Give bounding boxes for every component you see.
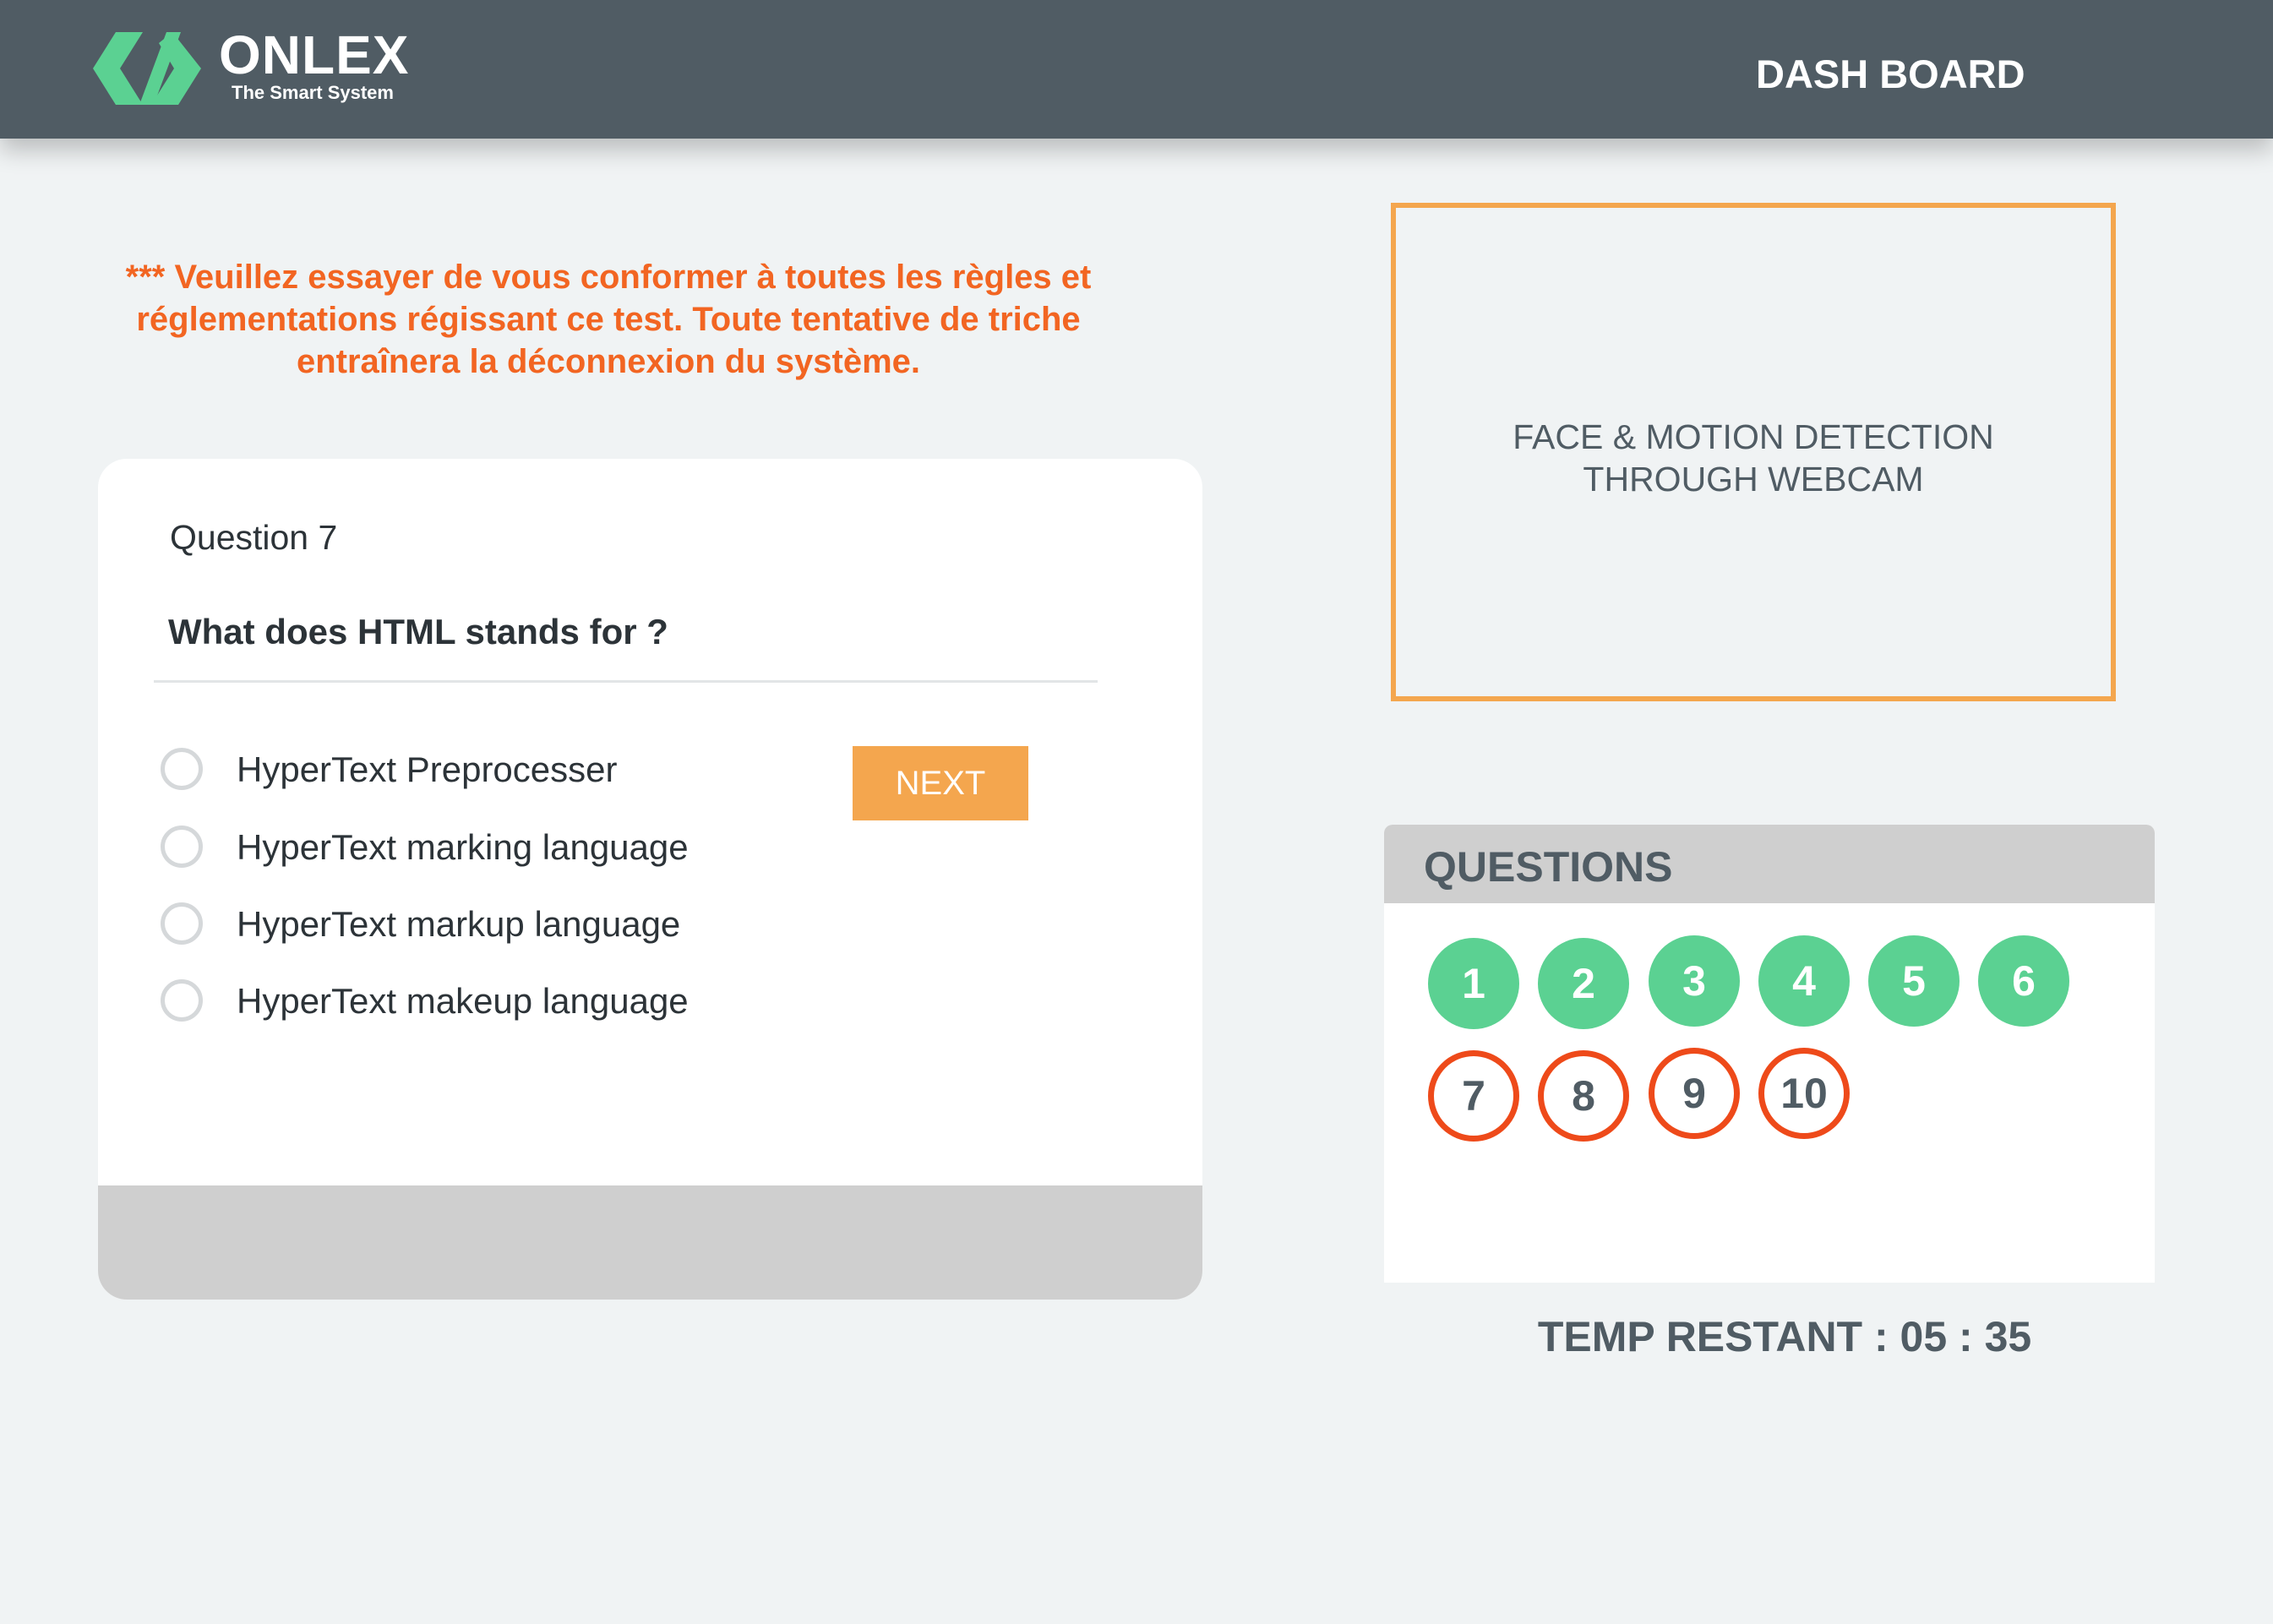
- answer-option[interactable]: HyperText markup language: [161, 901, 921, 955]
- question-card: Question 7 What does HTML stands for ? H…: [98, 459, 1202, 1300]
- logo-icon: [93, 32, 201, 105]
- question-bubble[interactable]: 8: [1538, 1050, 1629, 1142]
- question-bubble[interactable]: 2: [1538, 938, 1629, 1029]
- dashboard-link[interactable]: DASH BOARD: [1756, 51, 2025, 98]
- answer-option[interactable]: HyperText marking language: [161, 824, 921, 878]
- radio-button[interactable]: [161, 902, 203, 945]
- radio-button[interactable]: [161, 979, 203, 1022]
- question-bubble[interactable]: 3: [1649, 935, 1740, 1027]
- question-navigator-title: QUESTIONS: [1424, 843, 1673, 891]
- question-text: What does HTML stands for ?: [168, 612, 668, 651]
- rules-warning: *** Veuillez essayer de vous conformer à…: [125, 259, 1092, 380]
- question-bubble[interactable]: 9: [1649, 1048, 1740, 1139]
- webcam-label-line2: THROUGH WEBCAM: [1583, 460, 1924, 499]
- answer-option-label: HyperText Preprocesser: [237, 749, 618, 789]
- question-divider: [154, 680, 1098, 683]
- answer-option-label: HyperText marking language: [237, 827, 689, 867]
- brand-name: ONLEX: [219, 25, 410, 85]
- top-header: ONLEX The Smart System DASH BOARD: [0, 0, 2273, 139]
- time-remaining: TEMP RESTANT : 05 : 35: [1537, 1313, 2032, 1360]
- question-card-footer: [98, 1185, 1202, 1300]
- question-bubble[interactable]: 10: [1758, 1048, 1850, 1139]
- question-bubble[interactable]: 7: [1428, 1050, 1519, 1142]
- answer-option[interactable]: HyperText Preprocesser: [161, 746, 921, 800]
- webcam-preview: FACE & MOTION DETECTION THROUGH WEBCAM: [1391, 203, 2116, 701]
- answer-option-label: HyperText makeup language: [237, 981, 689, 1021]
- webcam-label: FACE & MOTION DETECTION THROUGH WEBCAM: [1396, 416, 2111, 500]
- question-navigator: QUESTIONS 1 2 3 4 5 6 7 8 9 10: [1384, 825, 2155, 1283]
- question-bubble[interactable]: 4: [1758, 935, 1850, 1027]
- question-number: Question 7: [170, 518, 338, 557]
- radio-button[interactable]: [161, 748, 203, 790]
- question-navigator-header: QUESTIONS: [1384, 825, 2155, 903]
- question-bubble[interactable]: 1: [1428, 938, 1519, 1029]
- answer-option-label: HyperText markup language: [237, 904, 681, 944]
- question-bubble[interactable]: 6: [1978, 935, 2069, 1027]
- answer-option[interactable]: HyperText makeup language: [161, 978, 921, 1032]
- next-button[interactable]: NEXT: [853, 746, 1028, 820]
- radio-button[interactable]: [161, 826, 203, 868]
- question-bubble[interactable]: 5: [1868, 935, 1960, 1027]
- webcam-label-line1: FACE & MOTION DETECTION: [1513, 417, 1994, 456]
- brand-tagline: The Smart System: [232, 82, 394, 103]
